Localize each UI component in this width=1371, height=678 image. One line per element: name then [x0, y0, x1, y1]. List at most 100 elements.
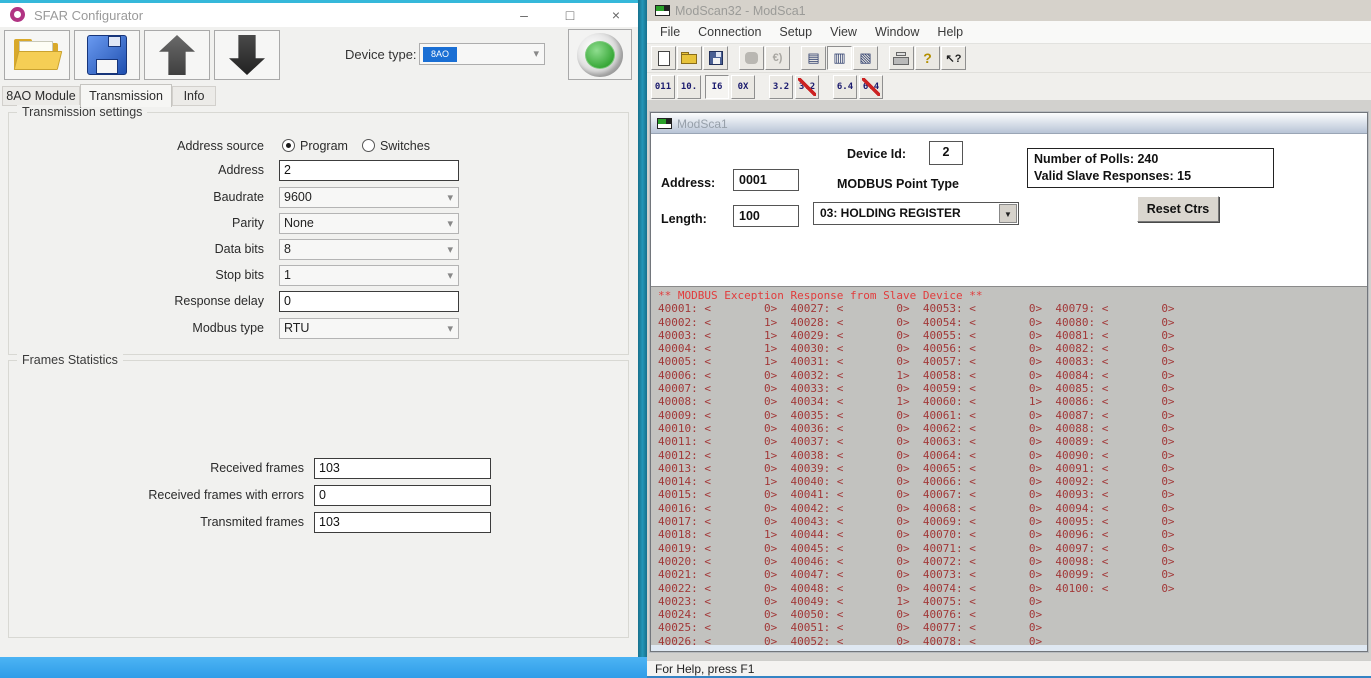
- modbus-address-label: Address:: [661, 176, 715, 190]
- open-file-icon: [681, 52, 698, 64]
- register-listing: 40001: < 0> 40027: < 0> 40053: < 0> 4007…: [658, 302, 1367, 647]
- connection-status-button[interactable]: [568, 29, 632, 80]
- address-source-radios: ProgramSwitches: [282, 137, 444, 155]
- data-bits-combo[interactable]: 8▾: [279, 239, 459, 260]
- number-of-polls: Number of Polls: 240: [1034, 151, 1267, 168]
- reset-counters-button[interactable]: Reset Ctrs: [1137, 196, 1219, 222]
- help-icon: ?: [923, 50, 932, 66]
- context-help-button[interactable]: ↖?: [941, 46, 966, 70]
- transmission-settings-label: Transmission settings: [17, 105, 147, 119]
- exception-header: ** MODBUS Exception Response from Slave …: [658, 289, 1367, 302]
- download-button[interactable]: [214, 30, 280, 80]
- save-config-button[interactable]: [74, 30, 140, 80]
- transmited-frames-label: Transmited frames: [9, 515, 304, 529]
- format-swapped-float-icon: 3.2: [796, 76, 818, 98]
- modscan-titlebar: ModScan32 - ModSca1: [647, 0, 1371, 21]
- menu-setup[interactable]: Setup: [770, 25, 821, 39]
- connect-button[interactable]: [739, 46, 764, 70]
- help-about-button[interactable]: ?: [915, 46, 940, 70]
- chevron-down-icon: ▾: [447, 191, 453, 204]
- main-toolbar: €) ▤ ▥ ▧ ? ↖?: [647, 44, 1371, 72]
- format-decimal-button[interactable]: 10.: [677, 75, 701, 99]
- print-button[interactable]: [889, 46, 914, 70]
- received-frames-input[interactable]: 103: [314, 458, 491, 479]
- chevron-down-icon: ▾: [447, 217, 453, 230]
- modsca1-window-icon: [657, 118, 672, 129]
- format-binary-button[interactable]: 011: [651, 75, 675, 99]
- radio-switches[interactable]: [362, 139, 375, 152]
- device-id-label: Device Id:: [847, 147, 906, 161]
- menu-view[interactable]: View: [821, 25, 866, 39]
- tab-8ao-module[interactable]: 8AO Module: [2, 86, 80, 106]
- format-swapped-float-button[interactable]: 3.2: [795, 75, 819, 99]
- format-0x-button[interactable]: 0X: [731, 75, 755, 99]
- transmited-frames-input[interactable]: 103: [314, 512, 491, 533]
- received-frames-errors-input[interactable]: 0: [314, 485, 491, 506]
- desktop-blue-strip: [0, 657, 647, 678]
- register-data-area: ** MODBUS Exception Response from Slave …: [651, 286, 1367, 647]
- parity-combo[interactable]: None▾: [279, 213, 459, 234]
- save-file-icon: [709, 51, 723, 65]
- menu-bar: File Connection Setup View Window Help: [647, 21, 1371, 44]
- status-bar: For Help, press F1: [647, 660, 1371, 676]
- menu-file[interactable]: File: [651, 25, 689, 39]
- received-frames-errors-label: Received frames with errors: [9, 488, 304, 502]
- chevron-down-icon[interactable]: ▼: [999, 204, 1017, 223]
- modscan32-window: ModScan32 - ModSca1 File Connection Setu…: [647, 0, 1371, 678]
- modscan-window-title: ModScan32 - ModSca1: [675, 4, 806, 18]
- status-bar-text: For Help, press F1: [655, 662, 754, 676]
- device-type-dropdown[interactable]: 8AO ▾: [419, 43, 545, 65]
- save-file-button[interactable]: [703, 46, 728, 70]
- tab-info[interactable]: Info: [172, 86, 216, 106]
- format-hex-icon: I6: [706, 76, 728, 98]
- disconnect-button[interactable]: €): [765, 46, 790, 70]
- length-input[interactable]: 100: [733, 205, 799, 227]
- format-swapped-double-button[interactable]: 6.4: [859, 75, 883, 99]
- frames-statistics-label: Frames Statistics: [17, 353, 123, 367]
- stop-bits-value: 1: [284, 268, 291, 282]
- format-float-button[interactable]: 3.2: [769, 75, 793, 99]
- frames-statistics-group: Frames Statistics Received frames 103 Re…: [8, 360, 629, 638]
- open-file-button[interactable]: [677, 46, 702, 70]
- modsca1-titlebar[interactable]: ModSca1: [651, 113, 1367, 134]
- address-input[interactable]: 2: [279, 160, 459, 181]
- tab-transmission[interactable]: Transmission: [80, 84, 172, 107]
- baudrate-combo[interactable]: 9600▾: [279, 187, 459, 208]
- parity-label: Parity: [9, 216, 264, 230]
- modbus-type-value: RTU: [284, 321, 309, 335]
- mdi-client-area: ModSca1 Address: 0001 Length: 100 Device…: [647, 100, 1371, 660]
- upload-button[interactable]: [144, 30, 210, 80]
- status-led-ring: [577, 33, 623, 77]
- close-button[interactable]: ×: [601, 5, 631, 25]
- format-double-button[interactable]: 6.4: [833, 75, 857, 99]
- transmission-settings-group: Transmission settings Address source Pro…: [8, 112, 629, 355]
- modbus-address-input[interactable]: 0001: [733, 169, 799, 191]
- maximize-button[interactable]: □: [555, 5, 585, 25]
- window-divider: [638, 0, 647, 657]
- data-bits-label: Data bits: [9, 242, 264, 256]
- display-traffic-icon: ▧: [859, 50, 871, 66]
- received-frames-label: Received frames: [9, 461, 304, 475]
- display-data-button[interactable]: ▥: [827, 46, 852, 70]
- format-hex-button[interactable]: I6: [705, 75, 729, 99]
- display-traffic-button[interactable]: ▧: [853, 46, 878, 70]
- sfar-configurator-window: SFAR Configurator – □ × Device type: 8AO…: [0, 0, 638, 657]
- poll-statistics-box: Number of Polls: 240 Valid Slave Respons…: [1027, 148, 1274, 188]
- download-arrow-icon: [229, 35, 265, 75]
- menu-help[interactable]: Help: [928, 25, 972, 39]
- device-id-input[interactable]: 2: [929, 141, 963, 165]
- format-toolbar: 011 10. I6 0X 3.2 3.2 6.4 6.4: [647, 72, 1371, 100]
- modbus-type-combo[interactable]: RTU▾: [279, 318, 459, 339]
- radio-program[interactable]: [282, 139, 295, 152]
- sfar-window-title: SFAR Configurator: [34, 8, 143, 23]
- point-type-combo[interactable]: 03: HOLDING REGISTER ▼: [813, 202, 1019, 225]
- minimize-button[interactable]: –: [509, 5, 539, 25]
- format-double-icon: 6.4: [834, 76, 856, 98]
- menu-connection[interactable]: Connection: [689, 25, 770, 39]
- new-document-button[interactable]: [651, 46, 676, 70]
- menu-window[interactable]: Window: [866, 25, 928, 39]
- response-delay-input[interactable]: 0: [279, 291, 459, 312]
- stop-bits-combo[interactable]: 1▾: [279, 265, 459, 286]
- display-definition-button[interactable]: ▤: [801, 46, 826, 70]
- open-config-button[interactable]: [4, 30, 70, 80]
